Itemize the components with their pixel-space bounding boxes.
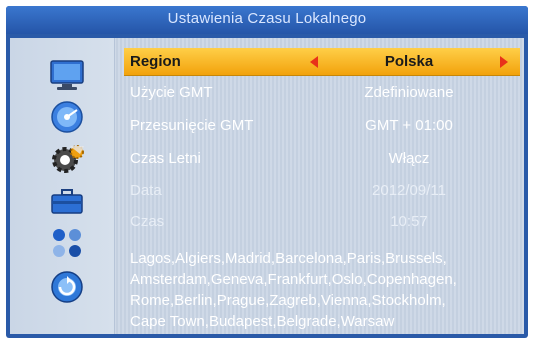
city-line: Amsterdam,Geneva,Frankfurt,Oslo,Copenhag… xyxy=(130,271,457,288)
city-list: Lagos,Algiers,Madrid,Barcelona,Paris,Bru… xyxy=(130,248,520,332)
gmt-offset-label: Przesunięcie GMT xyxy=(130,117,254,134)
dialog-title: Ustawienia Czasu Lokalnego xyxy=(6,6,528,34)
gmt-offset-value: GMT + 01:00 xyxy=(365,117,453,134)
city-line: Cape Town,Budapest,Belgrade,Warsaw xyxy=(130,313,395,330)
city-line: Lagos,Algiers,Madrid,Barcelona,Paris,Bru… xyxy=(130,250,447,267)
summer-time-row[interactable]: Czas Letni Włącz xyxy=(124,145,520,173)
gmt-usage-label: Użycie GMT xyxy=(130,84,213,101)
gear-icon[interactable] xyxy=(48,142,86,176)
date-label: Data xyxy=(130,182,162,199)
power-disc-icon[interactable] xyxy=(48,270,86,304)
time-value: 10:57 xyxy=(390,213,428,230)
time-label: Czas xyxy=(130,213,165,230)
apps-icon[interactable] xyxy=(48,226,86,260)
date-value: 2012/09/11 xyxy=(372,182,446,199)
tv-icon[interactable] xyxy=(48,58,86,92)
region-value: Polska xyxy=(384,53,434,70)
toolbox-icon[interactable] xyxy=(48,184,86,218)
date-row: Data 2012/09/11 xyxy=(124,177,520,205)
gmt-usage-value: Zdefiniowane xyxy=(364,84,454,101)
sidebar xyxy=(10,38,115,334)
gmt-offset-row[interactable]: Przesunięcie GMT GMT + 01:00 xyxy=(124,112,520,140)
city-line: Rome,Berlin,Prague,Zagreb,Vienna,Stockho… xyxy=(130,292,446,309)
region-label: Region xyxy=(130,53,181,70)
summer-time-value: Włącz xyxy=(388,150,430,167)
disc-icon[interactable] xyxy=(48,100,86,134)
time-row: Czas 10:57 xyxy=(124,208,520,236)
summer-time-label: Czas Letni xyxy=(130,150,201,167)
region-row[interactable]: Region Polska xyxy=(124,48,520,76)
arrow-right-icon[interactable] xyxy=(500,56,508,68)
gmt-usage-row[interactable]: Użycie GMT Zdefiniowane xyxy=(124,79,520,107)
settings-list: Region Polska Użycie GMT Zdefiniowane Pr… xyxy=(118,38,524,334)
